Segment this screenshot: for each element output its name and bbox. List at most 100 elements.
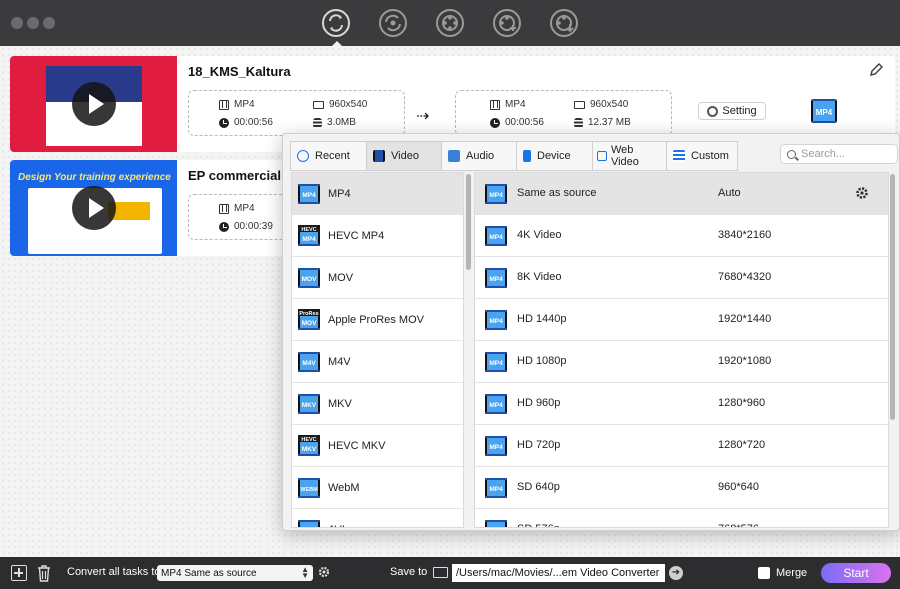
svg-text:M4V: M4V <box>302 360 316 367</box>
arrow-right-icon: ⇢ <box>416 108 430 125</box>
preset-badge-icon: MP4 <box>485 267 507 289</box>
svg-text:MOV: MOV <box>302 276 317 283</box>
film-reel-plus-icon[interactable] <box>492 8 522 38</box>
format-label: HEVC MKV <box>328 439 386 452</box>
output-info-box[interactable]: MP4 960x540 00:00:56 12.37 MB <box>455 90 672 136</box>
preset-resolution: 1280*960 <box>718 397 766 409</box>
tab-custom[interactable]: Custom <box>666 141 738 171</box>
output-format: MP4 <box>505 99 526 110</box>
format-item[interactable]: MKV MKV <box>292 383 463 425</box>
format-item[interactable]: WEBM WebM <box>292 467 463 509</box>
preset-badge-icon: MP4 <box>485 519 507 527</box>
preset-badge-icon: MP4 <box>485 351 507 373</box>
preset-item[interactable]: MP4 4K Video 3840*2160 <box>475 215 888 257</box>
preset-resolution: 960*640 <box>718 481 759 493</box>
output-duration: 00:00:56 <box>505 117 544 128</box>
format-item[interactable]: ProRes MOV Apple ProRes MOV <box>292 299 463 341</box>
preset-item[interactable]: MP4 SD 640p 960*640 <box>475 467 888 509</box>
svg-text:MP4: MP4 <box>489 360 503 367</box>
svg-text:MP4: MP4 <box>302 236 316 243</box>
recent-icon <box>297 150 309 162</box>
format-label: MKV <box>328 397 352 410</box>
gear-icon[interactable] <box>318 566 330 578</box>
close-window-button[interactable] <box>11 17 23 29</box>
start-button[interactable]: Start <box>821 563 891 583</box>
video-thumbnail[interactable]: Design Your training experience <box>10 160 177 256</box>
preset-name: SD 576p <box>517 523 560 527</box>
setting-button[interactable]: Setting <box>698 102 766 120</box>
source-duration: 00:00:39 <box>234 221 273 232</box>
preset-name: 4K Video <box>517 229 562 241</box>
format-badge-icon: HEVC MKV <box>298 434 320 457</box>
preset-resolution: 1920*1080 <box>718 355 772 367</box>
format-icon <box>219 99 229 110</box>
clock-icon <box>490 117 500 128</box>
edit-pencil-icon[interactable] <box>868 62 884 78</box>
format-label: WebM <box>328 481 360 494</box>
format-item[interactable]: M4V M4V <box>292 341 463 383</box>
zoom-window-button[interactable] <box>43 17 55 29</box>
merge-checkbox[interactable] <box>758 567 770 579</box>
preset-item[interactable]: MP4 HD 960p 1280*960 <box>475 383 888 425</box>
save-path-field[interactable]: /Users/mac/Movies/...em Video Converter <box>452 564 665 582</box>
video-icon <box>373 150 385 162</box>
format-search-input[interactable]: Search... <box>780 144 898 164</box>
play-icon[interactable] <box>72 186 116 230</box>
add-file-icon[interactable] <box>11 565 27 581</box>
preset-resolution: 7680*4320 <box>718 271 772 283</box>
svg-text:ProRes: ProRes <box>299 311 318 317</box>
preset-name: 8K Video <box>517 271 562 283</box>
preset-name: HD 1080p <box>517 355 567 367</box>
tab-device[interactable]: Device <box>516 141 592 171</box>
svg-text:MP4: MP4 <box>489 444 503 451</box>
format-item[interactable]: MP4 MP4 <box>292 173 463 215</box>
tab-video[interactable]: Video <box>366 141 441 171</box>
convert-all-select[interactable]: MP4 Same as source ▲ ▼ <box>157 565 313 581</box>
preset-resolution: 1280*720 <box>718 439 766 451</box>
custom-sliders-icon <box>673 150 685 162</box>
preset-item[interactable]: MP4 HD 720p 1280*720 <box>475 425 888 467</box>
preset-gear-icon[interactable] <box>855 186 869 200</box>
preset-item[interactable]: MP4 HD 1440p 1920*1440 <box>475 299 888 341</box>
preset-name: Same as source <box>517 187 597 199</box>
preset-list: MP4 Same as source Auto MP4 4K Video 3840*216… <box>474 172 889 528</box>
preset-item[interactable]: MP4 HD 1080p 1920*1080 <box>475 341 888 383</box>
format-label: MP4 <box>328 187 351 200</box>
tab-recent[interactable]: Recent <box>290 141 366 171</box>
tab-audio[interactable]: Audio <box>441 141 516 171</box>
source-info-box: MP4 960x540 00:00:56 3.0MB <box>188 90 405 136</box>
output-format-badge[interactable]: MP4 <box>810 98 838 124</box>
play-icon[interactable] <box>72 82 116 126</box>
minimize-window-button[interactable] <box>27 17 39 29</box>
tab-web-video[interactable]: Web Video <box>592 141 666 171</box>
preset-item[interactable]: MP4 SD 576p 768*576 <box>475 509 888 527</box>
format-badge-icon: MP4 <box>298 183 320 205</box>
convert-all-value: MP4 Same as source <box>161 567 257 579</box>
convert-icon[interactable] <box>321 8 351 38</box>
format-list-scrollbar[interactable] <box>466 174 471 270</box>
trash-icon[interactable] <box>36 564 52 582</box>
svg-text:MP4: MP4 <box>489 276 503 283</box>
arrow-right-circle-icon[interactable]: ➜ <box>669 566 683 580</box>
film-reel-download-icon[interactable] <box>549 8 579 38</box>
video-thumbnail[interactable] <box>10 56 177 152</box>
compress-icon[interactable] <box>378 8 408 38</box>
film-reel-icon[interactable] <box>435 8 465 38</box>
preset-resolution: 1920*1440 <box>718 313 772 325</box>
preset-badge-icon: MP4 <box>485 309 507 331</box>
preset-item[interactable]: MP4 Same as source Auto <box>475 173 888 215</box>
svg-text:MP4: MP4 <box>489 192 503 199</box>
format-item[interactable]: AVI AVI <box>292 509 463 527</box>
format-item[interactable]: HEVC MKV HEVC MKV <box>292 425 463 467</box>
preset-list-scrollbar[interactable] <box>890 174 895 420</box>
preset-badge-icon: MP4 <box>485 477 507 499</box>
updown-chevron-icon: ▲ ▼ <box>301 565 309 580</box>
format-item[interactable]: MOV MOV <box>292 257 463 299</box>
preset-badge-icon: MP4 <box>485 435 507 457</box>
folder-icon[interactable] <box>433 567 448 578</box>
format-badge-icon: AVI <box>298 519 320 527</box>
format-item[interactable]: HEVC MP4 HEVC MP4 <box>292 215 463 257</box>
preset-name: HD 1440p <box>517 313 567 325</box>
convert-all-label: Convert all tasks to <box>67 566 161 578</box>
preset-item[interactable]: MP4 8K Video 7680*4320 <box>475 257 888 299</box>
